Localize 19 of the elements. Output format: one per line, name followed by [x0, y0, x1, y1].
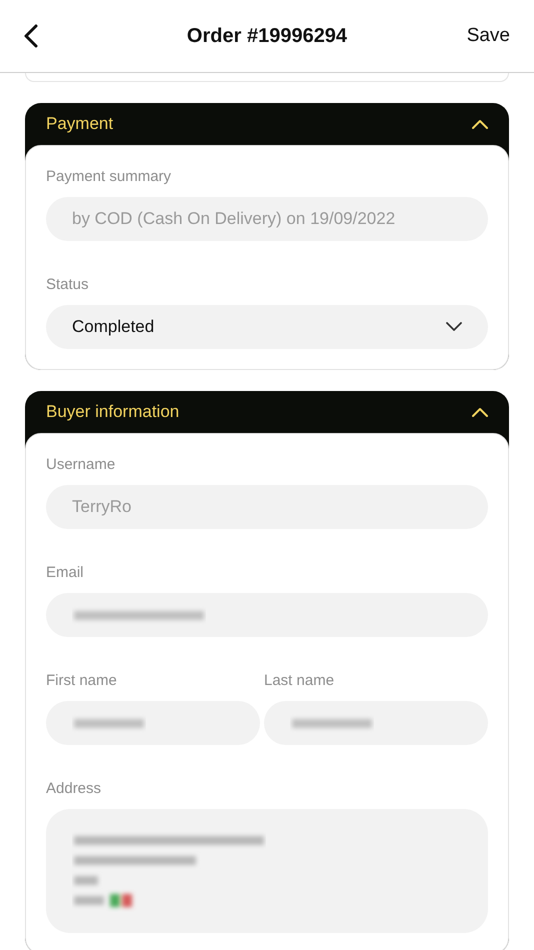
field-label: Email	[46, 564, 85, 582]
back-icon	[24, 24, 38, 48]
page-title: Order #19996294	[186, 24, 348, 49]
section-header[interactable]: Buyer information	[25, 391, 509, 433]
field-label: First name	[46, 672, 118, 690]
field-label: Username	[46, 456, 116, 474]
field-label: Last name	[264, 672, 336, 690]
field-label: Address	[46, 780, 102, 798]
input-field: by COD (Cash On Delivery) on 19/09/2022	[46, 197, 488, 241]
input-field: TerryRo	[46, 485, 488, 529]
field-label: Status	[46, 276, 90, 294]
collapse-icon	[472, 407, 488, 417]
back-button[interactable]	[24, 24, 38, 48]
save-button[interactable]: Save	[466, 22, 510, 50]
section-header[interactable]: Payment	[25, 103, 509, 145]
field-label: Payment summary	[46, 168, 172, 186]
status-dropdown[interactable]: Completed	[46, 305, 488, 349]
collapse-icon	[472, 119, 488, 129]
chevron-down-icon	[446, 322, 462, 332]
